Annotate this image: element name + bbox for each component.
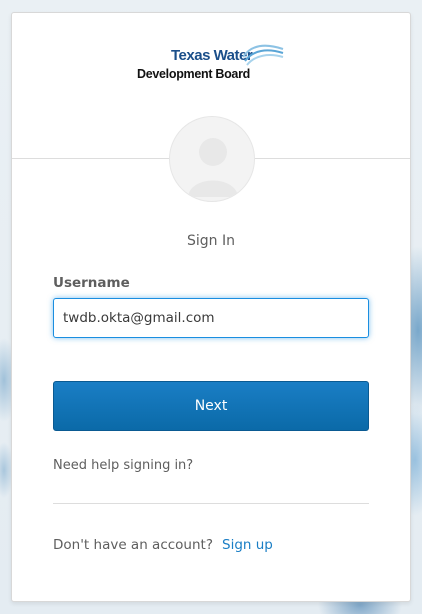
logo-text-line2: Development Board [137, 67, 250, 81]
user-silhouette-icon [169, 116, 255, 202]
twdb-logo: Texas Water Development Board [137, 43, 287, 87]
next-button[interactable]: Next [53, 381, 369, 431]
water-wave-icon [242, 44, 284, 66]
sign-in-title: Sign In [187, 233, 235, 249]
sign-in-card: Texas Water Development Board Sign In Us… [11, 12, 411, 602]
footer-divider [53, 503, 369, 504]
signup-prompt: Don't have an account? [53, 537, 213, 553]
signup-link[interactable]: Sign up [222, 537, 273, 553]
username-label: Username [53, 275, 130, 291]
username-input[interactable] [53, 298, 369, 338]
help-signing-in-link[interactable]: Need help signing in? [53, 458, 193, 473]
